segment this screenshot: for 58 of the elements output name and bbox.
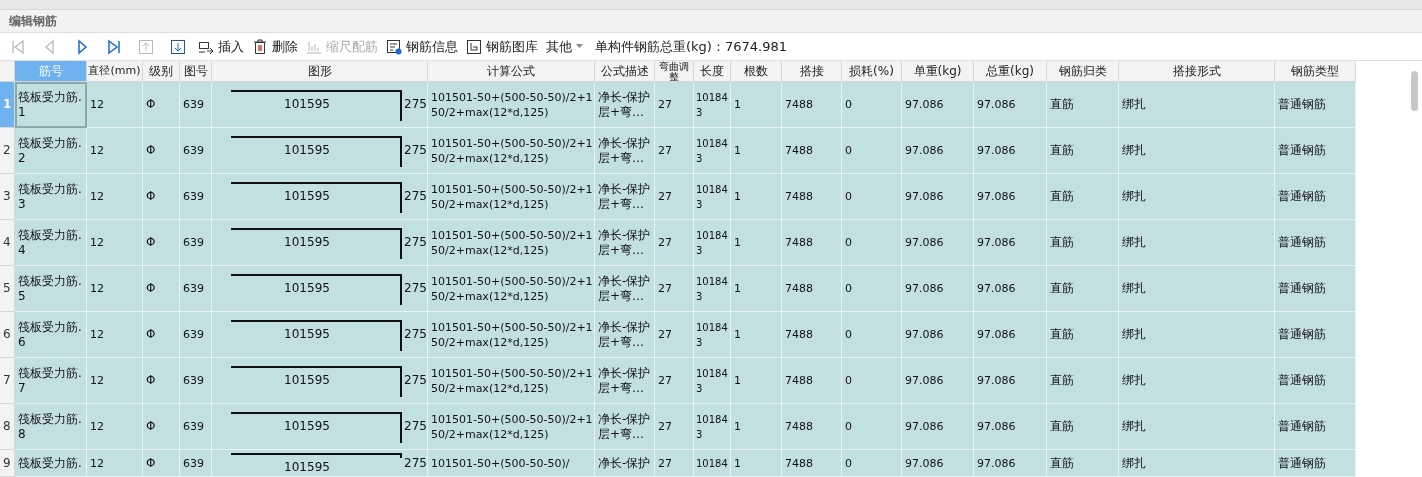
shape-leg-length: 275 xyxy=(404,235,427,250)
row-number[interactable]: 2 xyxy=(0,128,15,174)
delete-icon xyxy=(252,38,268,55)
panel-title: 编辑钢筋 xyxy=(9,12,57,30)
library-button[interactable]: 钢筋图库 xyxy=(462,34,542,59)
shape-length: 101595 xyxy=(283,97,331,112)
down-icon xyxy=(170,38,186,55)
table-cell: Φ xyxy=(143,450,180,477)
table-cell: 直筋 xyxy=(1047,450,1119,477)
dropdown-button[interactable]: 其他 xyxy=(542,34,587,59)
table-cell: 筏板受力筋.1 xyxy=(15,82,87,128)
first-icon xyxy=(10,38,26,55)
shape-length: 101595 xyxy=(283,281,331,296)
shape-length: 101595 xyxy=(283,460,331,475)
row-number[interactable]: 5 xyxy=(0,266,15,312)
table-cell: 0 xyxy=(842,450,902,477)
shape-length: 101595 xyxy=(283,419,331,434)
row-number[interactable]: 4 xyxy=(0,220,15,266)
shape-leg-length: 275 xyxy=(404,456,427,471)
shape-leg-length: 275 xyxy=(404,419,427,434)
shape-length: 101595 xyxy=(283,143,331,158)
shape-leg-length: 275 xyxy=(404,373,427,388)
shape-length: 101595 xyxy=(283,327,331,342)
shape-length: 101595 xyxy=(283,189,331,204)
table-cell: 27 xyxy=(655,450,694,477)
table-cell: 绑扎 xyxy=(1119,450,1275,477)
row-number[interactable]: 6 xyxy=(0,312,15,358)
up-icon xyxy=(138,38,154,55)
shape-length: 101595 xyxy=(283,235,331,250)
shape-leg-length: 275 xyxy=(404,143,427,158)
shape-leg-length: 275 xyxy=(404,97,427,112)
info-icon xyxy=(386,38,402,55)
table-cell: 7488 xyxy=(782,450,842,477)
insert-button[interactable]: 插入 xyxy=(194,34,248,59)
scrollbar-thumb[interactable] xyxy=(1410,71,1418,111)
row-number[interactable]: 7 xyxy=(0,358,15,404)
shape-leg-length: 275 xyxy=(404,327,427,342)
last-icon xyxy=(106,38,122,55)
row-number[interactable]: 3 xyxy=(0,174,15,220)
row-number[interactable]: 8 xyxy=(0,404,15,450)
table-cell: 净长-保护 xyxy=(595,450,655,477)
library-icon xyxy=(466,38,482,55)
caret-icon xyxy=(576,44,583,49)
table-cell: 12 xyxy=(87,450,143,477)
delete-button[interactable]: 删除 xyxy=(248,34,302,59)
shape-leg-length: 275 xyxy=(404,189,427,204)
table-cell: 筏板受力筋. xyxy=(15,450,87,477)
shape-length: 101595 xyxy=(283,373,331,388)
row-number[interactable]: 9 xyxy=(0,450,15,477)
table-cell: 639 xyxy=(180,450,212,477)
info-button[interactable]: 钢筋信息 xyxy=(382,34,462,59)
shape-leg-length: 275 xyxy=(404,281,427,296)
table-cell: 1 xyxy=(731,450,782,477)
table-cell: 101501-50+(500-50-50)/ xyxy=(428,450,595,477)
table-cell: 10184 xyxy=(694,450,731,477)
table-cell: 97.086 xyxy=(974,450,1047,477)
total-weight-label: 单构件钢筋总重(kg)：7674.981 xyxy=(595,37,787,56)
table-cell: 97.086 xyxy=(902,450,974,477)
